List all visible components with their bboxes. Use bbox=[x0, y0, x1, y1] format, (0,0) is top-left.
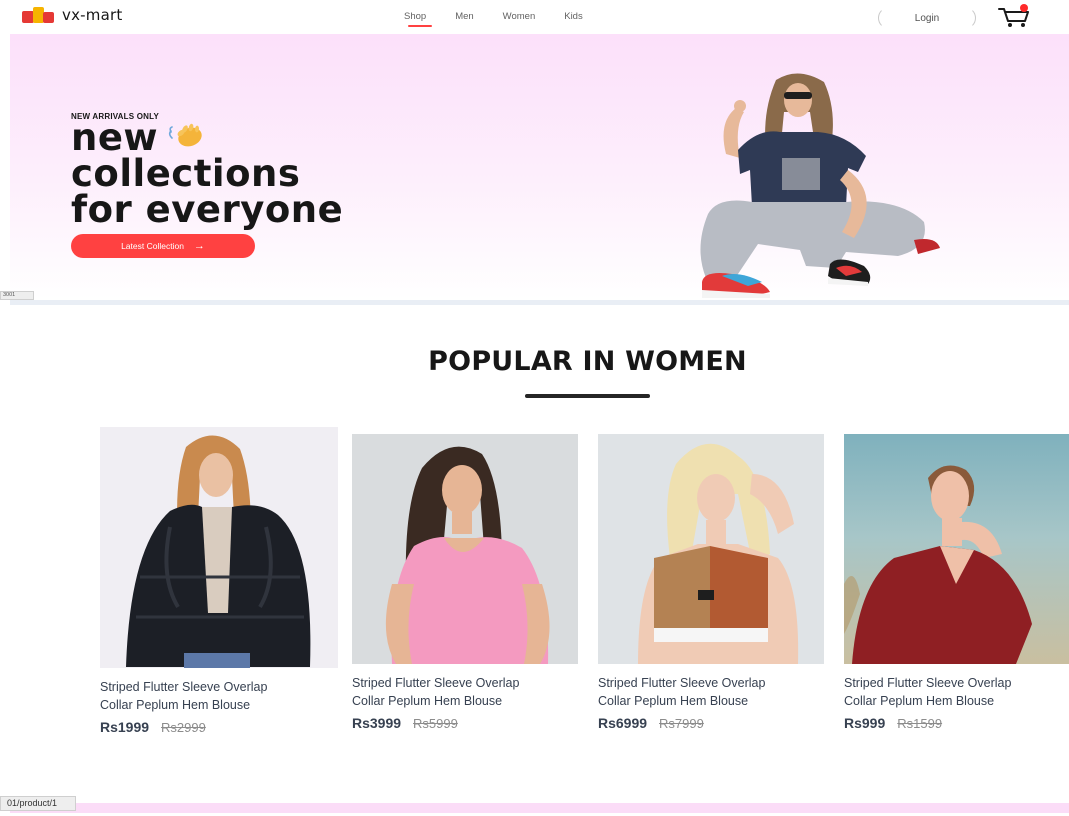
product-prices: Rs3999 Rs5999 bbox=[352, 715, 578, 731]
section-title: POPULAR IN WOMEN bbox=[428, 346, 747, 377]
product-new-price: Rs999 bbox=[844, 715, 886, 731]
product-prices: Rs1999 Rs2999 bbox=[100, 719, 338, 735]
product-old-price: Rs1599 bbox=[897, 716, 943, 731]
arrow-right-icon: → bbox=[193, 239, 205, 252]
hero-model-image bbox=[700, 73, 940, 298]
login-button[interactable]: Login bbox=[878, 7, 976, 29]
product-name-line: Striped Flutter Sleeve Overlap bbox=[100, 680, 268, 694]
cart-button[interactable] bbox=[998, 4, 1032, 28]
nav-item-label: Women bbox=[502, 11, 536, 22]
nav-item-shop[interactable]: Shop bbox=[404, 11, 432, 27]
product-name-line: Collar Peplum Hem Blouse bbox=[844, 694, 995, 708]
shopping-bags-icon bbox=[22, 6, 54, 24]
product-new-price: Rs6999 bbox=[598, 715, 648, 731]
product-prices: Rs999 Rs1599 bbox=[844, 715, 1069, 731]
product-old-price: Rs5999 bbox=[413, 716, 458, 731]
product-card[interactable]: Striped Flutter Sleeve Overlap Collar Pe… bbox=[352, 434, 578, 731]
product-name-line: Collar Peplum Hem Blouse bbox=[598, 694, 749, 708]
product-prices: Rs6999 Rs7999 bbox=[598, 715, 824, 731]
url-status-chip: 3001 bbox=[0, 291, 34, 300]
waving-hand-icon bbox=[169, 123, 202, 146]
product-image[interactable] bbox=[100, 427, 338, 668]
nav-item-women[interactable]: Women bbox=[503, 11, 536, 22]
cart-count-badge bbox=[1020, 4, 1028, 12]
product-name-line: Striped Flutter Sleeve Overlap bbox=[352, 676, 520, 690]
product-image[interactable] bbox=[844, 434, 1069, 664]
product-name[interactable]: Striped Flutter Sleeve Overlap Collar Pe… bbox=[844, 674, 1069, 710]
product-name-line: Striped Flutter Sleeve Overlap bbox=[844, 676, 1012, 690]
product-photo-3 bbox=[638, 443, 799, 664]
product-name-line: Collar Peplum Hem Blouse bbox=[100, 698, 251, 712]
product-old-price: Rs2999 bbox=[161, 720, 206, 735]
nav-item-kids[interactable]: Kids bbox=[564, 11, 582, 22]
section-title-underline bbox=[525, 394, 650, 398]
navbar: vx-mart Shop Men Women Kids Login bbox=[0, 0, 1069, 34]
product-name[interactable]: Striped Flutter Sleeve Overlap Collar Pe… bbox=[100, 678, 338, 714]
product-name-line: Collar Peplum Hem Blouse bbox=[352, 694, 503, 708]
product-photo-1 bbox=[126, 435, 311, 668]
url-status-chip: 01/product/1 bbox=[0, 796, 76, 811]
hero-banner: NEW ARRIVALS ONLY new collections for ev… bbox=[10, 34, 1069, 300]
nav-item-label: Men bbox=[455, 11, 474, 22]
cta-label: Latest Collection bbox=[121, 241, 184, 251]
product-old-price: Rs7999 bbox=[659, 716, 704, 731]
hero-title-line-2: collections bbox=[71, 152, 301, 195]
product-name-line: Striped Flutter Sleeve Overlap bbox=[598, 676, 766, 690]
product-name[interactable]: Striped Flutter Sleeve Overlap Collar Pe… bbox=[598, 674, 824, 710]
hero-title-line-3: for everyone bbox=[71, 188, 344, 231]
product-photo-2 bbox=[385, 446, 550, 664]
product-name[interactable]: Striped Flutter Sleeve Overlap Collar Pe… bbox=[352, 674, 578, 710]
product-photo-4 bbox=[844, 465, 1032, 664]
product-new-price: Rs3999 bbox=[352, 715, 402, 731]
brand-name: vx-mart bbox=[62, 6, 123, 24]
section-divider bbox=[10, 300, 1069, 305]
footer-strip bbox=[10, 803, 1069, 813]
product-image[interactable] bbox=[352, 434, 578, 664]
nav-item-label: Kids bbox=[564, 11, 583, 22]
hero-title-line-1: new bbox=[71, 119, 343, 156]
product-new-price: Rs1999 bbox=[100, 719, 150, 735]
product-card[interactable]: Striped Flutter Sleeve Overlap Collar Pe… bbox=[100, 427, 338, 735]
brand-logo[interactable]: vx-mart bbox=[22, 6, 122, 24]
nav-item-label: Shop bbox=[404, 11, 427, 22]
hero-title: new collections for everyone bbox=[71, 119, 344, 231]
product-card[interactable]: Striped Flutter Sleeve Overlap Collar Pe… bbox=[598, 434, 824, 731]
nav-item-men[interactable]: Men bbox=[455, 11, 473, 22]
active-nav-indicator bbox=[408, 25, 432, 27]
nav-menu: Shop Men Women Kids bbox=[404, 11, 583, 27]
product-image[interactable] bbox=[598, 434, 824, 664]
latest-collection-button[interactable]: Latest Collection → bbox=[71, 234, 255, 258]
product-card[interactable]: Striped Flutter Sleeve Overlap Collar Pe… bbox=[844, 434, 1069, 731]
